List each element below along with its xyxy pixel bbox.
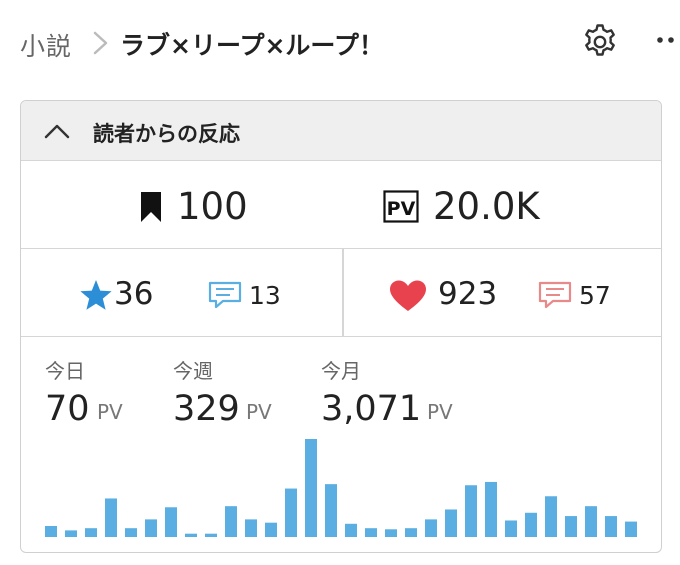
daily-pv-chart — [45, 439, 637, 537]
more-icon[interactable] — [655, 33, 680, 47]
pv-bar — [205, 533, 217, 537]
week-pv-unit: PV — [246, 400, 272, 424]
pv-bar — [505, 520, 517, 537]
pv-bar — [345, 523, 357, 537]
pv-bar — [145, 519, 157, 537]
pv-bar — [445, 509, 457, 537]
heart-count[interactable]: 923 — [438, 276, 497, 312]
pv-bar — [65, 530, 77, 537]
pv-bar — [465, 485, 477, 537]
pv-bar — [525, 512, 537, 537]
totals-row: 100 PV 20.0K — [21, 161, 661, 249]
pv-bar — [425, 519, 437, 537]
pv-bar — [385, 529, 397, 537]
star-icon — [80, 280, 112, 310]
star-comment-count[interactable]: 13 — [249, 281, 281, 310]
pv-bar — [545, 496, 557, 537]
pv-bar — [185, 533, 197, 537]
chevron-right-icon — [93, 31, 108, 55]
ratings-row: 36 13 923 57 — [21, 249, 661, 337]
reactions-panel-header[interactable]: 読者からの反応 — [21, 101, 661, 161]
today-pv-unit: PV — [97, 400, 123, 424]
svg-text:PV: PV — [387, 198, 416, 220]
today-pv-value: 70 — [45, 389, 90, 429]
month-pv-unit: PV — [427, 400, 453, 424]
comment-icon — [538, 281, 572, 309]
pv-bar — [365, 528, 377, 537]
header: 小説 ラブ×リープ×ループ！ — [0, 0, 680, 90]
pv-bar — [325, 484, 337, 537]
breadcrumb-category[interactable]: 小説 — [20, 27, 72, 63]
pv-bar — [285, 488, 297, 537]
bookmark-icon — [141, 192, 161, 222]
work-title[interactable]: ラブ×リープ×ループ！ — [120, 26, 384, 62]
pv-bar — [125, 528, 137, 537]
pv-bar — [45, 525, 57, 537]
pv-bar — [225, 506, 237, 537]
month-label: 今月 — [321, 359, 361, 383]
chevron-up-icon[interactable] — [43, 121, 71, 141]
week-pv-value: 329 — [173, 389, 240, 429]
pv-bar — [405, 528, 417, 537]
heart-icon — [390, 280, 426, 311]
today-label: 今日 — [45, 359, 85, 383]
month-pv-value: 3,071 — [321, 389, 422, 429]
pv-bar — [485, 481, 497, 537]
bookmark-count: 100 — [177, 185, 248, 228]
pv-bar — [105, 498, 117, 537]
pv-total: 20.0K — [433, 185, 540, 228]
pv-bar — [165, 507, 177, 537]
gear-icon[interactable] — [580, 22, 620, 62]
reactions-panel-title: 読者からの反応 — [93, 122, 240, 146]
pv-bar — [625, 521, 637, 537]
pv-bar — [245, 519, 257, 537]
pv-bar — [565, 516, 577, 537]
pv-bar — [605, 516, 617, 537]
week-label: 今週 — [173, 359, 213, 383]
pv-bar — [85, 528, 97, 537]
heart-comment-count[interactable]: 57 — [579, 281, 611, 310]
comment-icon — [208, 281, 242, 309]
star-count[interactable]: 36 — [114, 276, 153, 312]
pv-bar — [265, 522, 277, 537]
divider — [342, 249, 344, 337]
pv-bar — [305, 439, 317, 537]
reactions-panel: 読者からの反応 100 PV 20.0K 36 13 923 57 今日 70 … — [20, 100, 662, 553]
pv-icon: PV — [383, 190, 419, 223]
pv-bar — [585, 506, 597, 537]
